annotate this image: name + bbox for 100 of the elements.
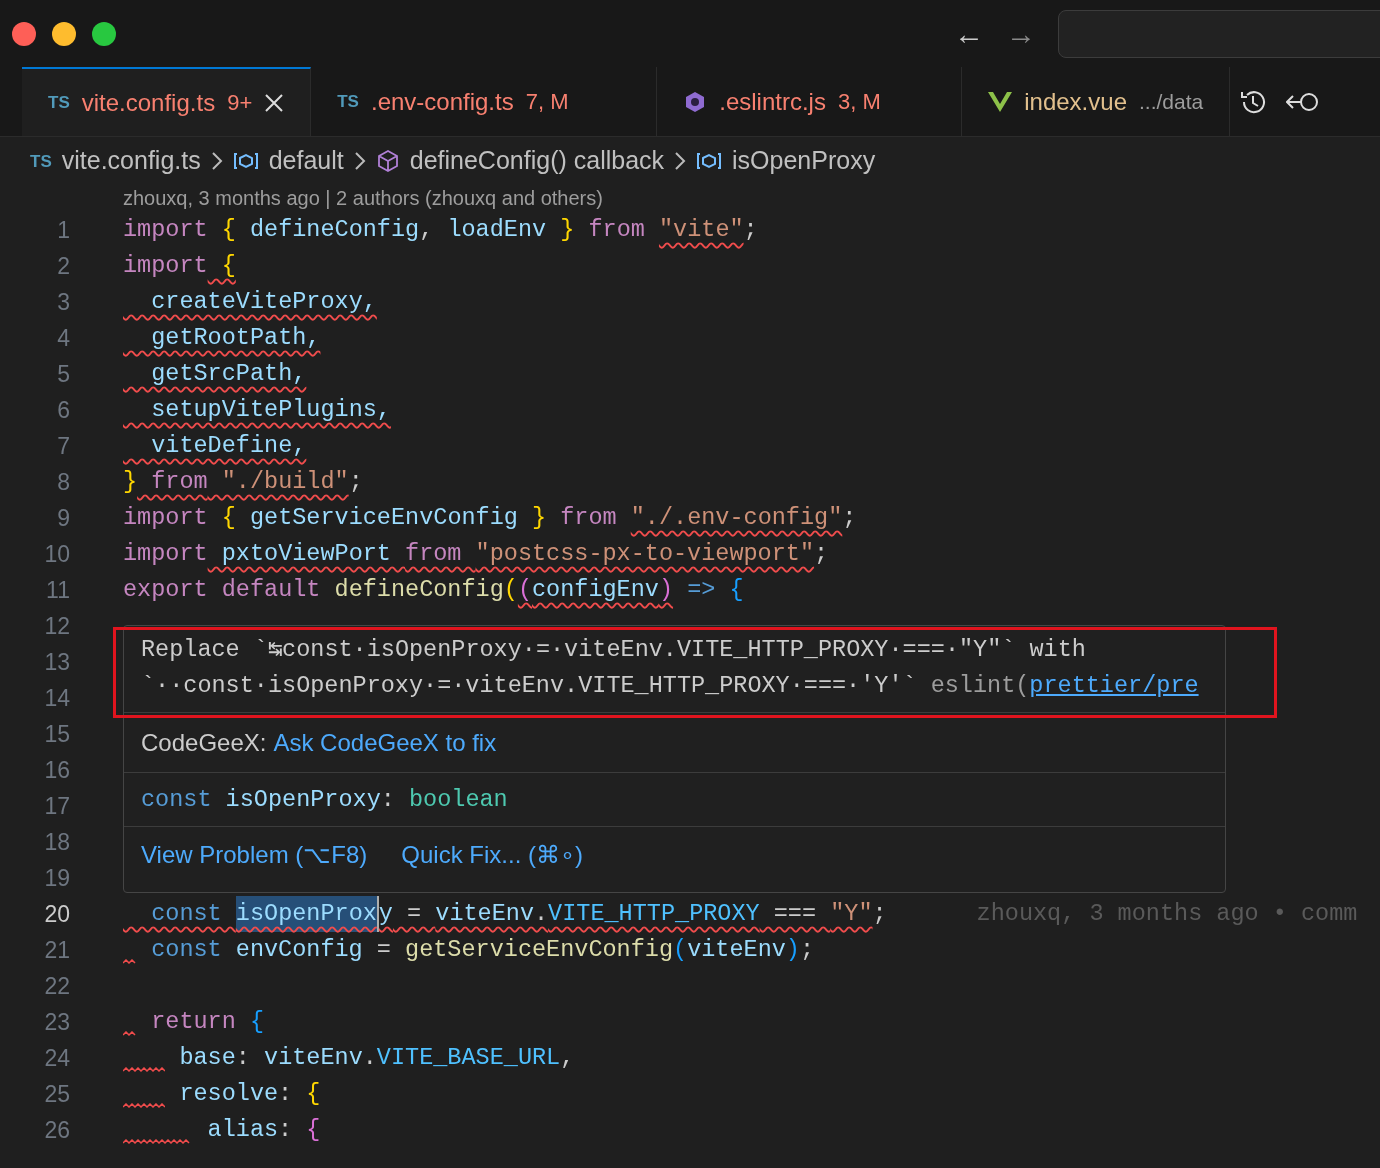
code-token: base — [179, 1043, 236, 1074]
code-token: ( — [503, 575, 518, 606]
code-token: ( — [517, 575, 532, 606]
line-number: 21 — [43, 935, 70, 965]
code-token: "./.env-config" — [630, 503, 843, 534]
code-token: ; — [872, 899, 887, 930]
problem-count: 9+ — [227, 89, 253, 117]
code-token: . — [362, 1043, 377, 1074]
variable-icon — [696, 151, 723, 171]
code-token: getServiceEnvConfig — [405, 935, 673, 966]
code-token: => — [686, 575, 716, 606]
code-token: import — [123, 251, 208, 282]
line-number: 19 — [43, 863, 70, 893]
close-window-button[interactable] — [12, 21, 36, 46]
forward-button[interactable]: → — [1006, 18, 1036, 49]
problem-count: 3, M — [837, 88, 881, 116]
code-token: from — [587, 215, 646, 246]
minimize-window-button[interactable] — [52, 21, 76, 46]
code-token: viteEnv — [435, 899, 534, 930]
code-token: VITE_BASE_URL — [376, 1043, 561, 1074]
search-field[interactable] — [1058, 9, 1380, 58]
line-number: 1 — [56, 215, 70, 245]
line-number: 23 — [43, 1007, 70, 1037]
editor-tab[interactable]: TS vite.config.ts 9+ — [22, 67, 312, 136]
view-problem-link[interactable]: View Problem (⌥F8) — [141, 836, 368, 873]
line-number: 15 — [43, 719, 70, 749]
code-token: setupVitePlugins, — [150, 395, 391, 426]
code-token: VITE_HTTP_PROXY — [548, 899, 760, 930]
code-token: ) — [658, 575, 674, 606]
code-token: = — [406, 899, 423, 930]
code-token: isOpenProx — [235, 896, 379, 932]
code-token: } — [123, 467, 138, 498]
line-number: 24 — [43, 1043, 70, 1073]
code-token: } — [560, 215, 575, 246]
code-token: ; — [799, 935, 815, 966]
code-token: "./build" — [220, 467, 349, 498]
code-token: , — [560, 1043, 575, 1074]
code-token: createViteProxy, — [150, 287, 377, 318]
ask-fix-link[interactable]: Ask CodeGeeX to fix — [273, 724, 497, 761]
line-number: 12 — [43, 611, 70, 641]
code-token: pxtoViewPort — [220, 539, 392, 570]
rule-link[interactable]: prettier/pre — [1029, 668, 1199, 704]
problem-source: eslint( — [930, 671, 1030, 702]
code-token: { — [306, 1079, 321, 1110]
code-token: ; — [814, 539, 829, 570]
code-token: . — [534, 899, 549, 930]
code-token: configEnv — [532, 575, 659, 606]
code-token: : — [278, 1115, 294, 1146]
tab-label: .eslintrc.js — [719, 86, 826, 117]
code-token: : — [278, 1079, 294, 1110]
code-token: defineConfig — [334, 575, 504, 606]
line-number: 25 — [43, 1079, 70, 1109]
zoom-window-button[interactable] — [92, 21, 116, 46]
code-token: export — [123, 575, 209, 606]
line-number: 14 — [43, 683, 70, 713]
line-number: 22 — [43, 971, 70, 1001]
vee-icon — [988, 90, 1013, 113]
breadcrumb-item[interactable]: vite.config.ts — [61, 142, 201, 180]
breadcrumb-item[interactable]: isOpenProxy — [732, 142, 876, 180]
code-token: ; — [842, 503, 857, 534]
code-token: { — [306, 1115, 321, 1146]
code-token: "vite" — [658, 215, 744, 246]
line-number: 8 — [56, 467, 70, 497]
line-number: 4 — [56, 323, 70, 353]
chevron-icon — [210, 151, 223, 171]
code-token: ; — [348, 467, 363, 498]
typescript-icon: TS — [30, 152, 52, 170]
variable-icon — [232, 151, 259, 171]
tab-label: index.vue — [1024, 86, 1127, 117]
code-token: viteEnv — [264, 1043, 363, 1074]
quick-fix-link[interactable]: Quick Fix... (⌘∘) — [401, 836, 583, 873]
code-token: loadEnv — [447, 215, 548, 246]
type-signature-token: : — [380, 784, 396, 815]
chevron-icon — [353, 151, 366, 171]
inline-blame: zhouxq, 3 months ago • comm — [976, 899, 1358, 930]
code-token: { — [728, 575, 744, 606]
code-token: envConfig — [234, 935, 364, 966]
code-token: viteDefine, — [150, 431, 307, 462]
cube-icon — [375, 149, 400, 173]
code-token: { — [220, 251, 236, 282]
code-token: ( — [673, 935, 688, 966]
typescript-icon: TS — [337, 93, 359, 110]
code-token: } — [532, 503, 547, 534]
code-token: defineConfig — [248, 215, 420, 246]
breadcrumb-item[interactable]: defineConfig() callback — [409, 142, 665, 180]
line-number: 11 — [45, 575, 70, 605]
back-button[interactable]: ← — [954, 18, 984, 49]
line-number: 13 — [43, 647, 70, 677]
code-token: "Y" — [830, 899, 873, 930]
line-number: 17 — [43, 791, 70, 821]
tab-description: .../data — [1139, 88, 1204, 115]
code-token: ; — [743, 215, 758, 246]
code-token: { — [220, 215, 236, 246]
code-token: import — [123, 539, 208, 570]
code-token: === — [772, 899, 818, 930]
line-number: 9 — [56, 503, 70, 533]
close-icon[interactable] — [264, 92, 285, 113]
code-token: import — [123, 503, 208, 534]
code-token: getSrcPath, — [150, 359, 307, 390]
breadcrumb-item[interactable]: default — [268, 142, 344, 180]
